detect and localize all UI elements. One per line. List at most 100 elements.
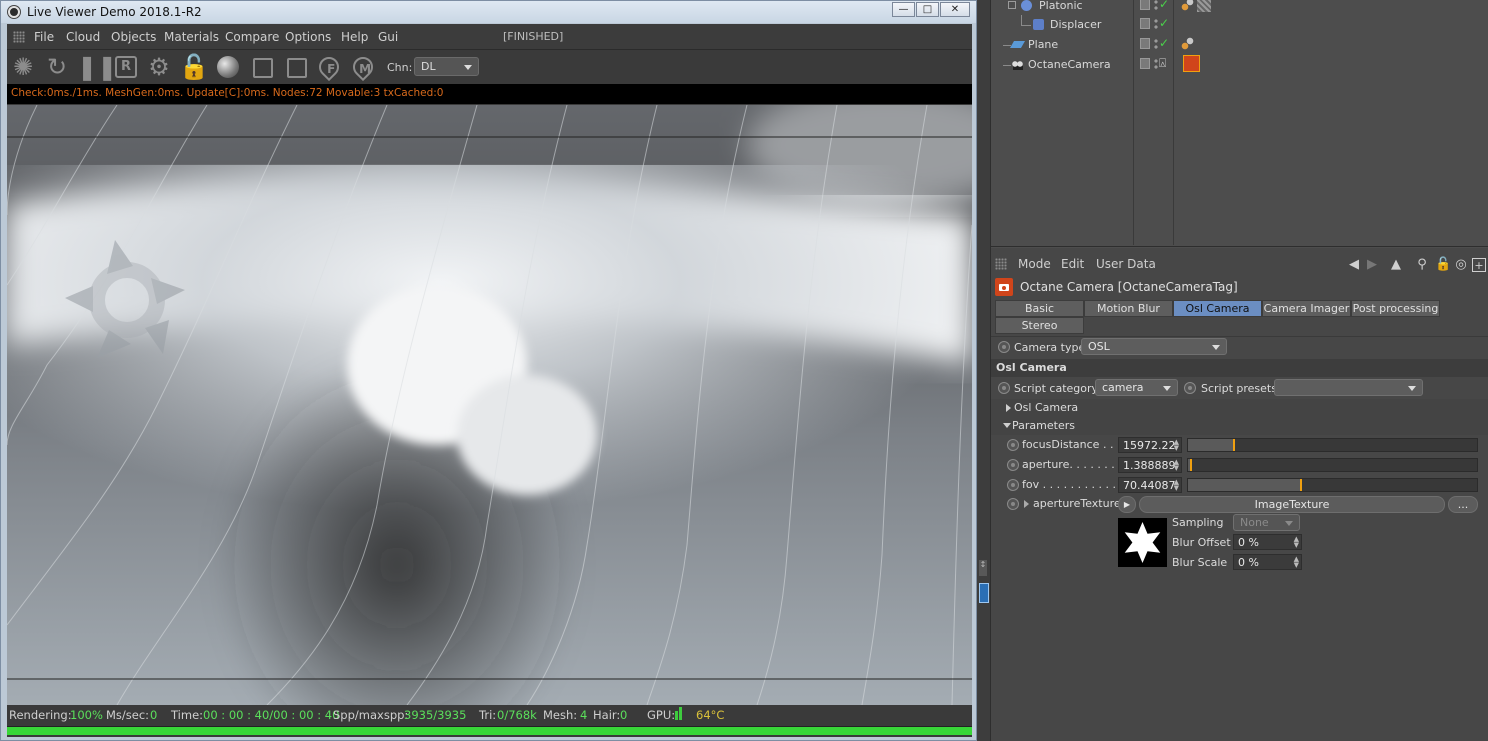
focus-pin-icon[interactable]: F [314,52,344,82]
minimize-button[interactable]: — [892,2,915,17]
spinner-icon[interactable]: ▲ ▼ [1294,536,1299,549]
enabled-check-icon[interactable]: ✓ [1159,16,1169,30]
mssec-label: Ms/sec: [106,708,150,722]
osl-camera-group[interactable]: Osl Camera [991,399,1488,417]
more-options-button[interactable]: ... [1448,496,1478,513]
tab-basic[interactable]: Basic [995,300,1084,317]
spinner-icon[interactable]: ▲ ▼ [1174,439,1179,452]
param-value-field[interactable]: 70.44087 ▲ ▼ [1118,477,1182,493]
expand-icon[interactable] [1006,404,1011,412]
spinner-icon[interactable]: ▲ ▼ [1174,479,1179,492]
enabled-toggle-icon[interactable]: ⍓ [1159,56,1166,71]
material-sphere-icon[interactable] [217,56,239,78]
send-scene-icon[interactable]: ✺ [9,53,37,81]
tab-osl-camera[interactable]: Osl Camera [1173,300,1262,317]
param-slider[interactable] [1187,458,1478,472]
forward-arrow-icon[interactable]: ▶ [1365,258,1379,272]
parameters-group[interactable]: Parameters [991,417,1488,435]
menu-gui[interactable]: Gui [378,30,398,44]
collapse-icon[interactable] [1003,423,1011,428]
camera-type-select[interactable]: OSL [1081,338,1227,355]
edge-tab-active[interactable] [979,583,989,603]
maximize-button[interactable]: □ [916,2,939,17]
script-category-select[interactable]: camera [1095,379,1178,396]
grip-icon[interactable] [13,31,25,43]
blur-offset-field[interactable]: 0 % ▲ ▼ [1233,534,1302,550]
object-row-displacer[interactable]: Displacer ✓ [991,15,1488,35]
up-arrow-icon[interactable]: ▲ [1389,258,1403,272]
layer-flag[interactable] [1140,38,1150,49]
param-anim-icon[interactable] [1007,439,1019,451]
expand-icon[interactable] [1024,500,1029,508]
param-slider[interactable] [1187,438,1478,452]
material-pick-icon[interactable] [287,58,307,78]
slider-knob[interactable] [1233,439,1235,451]
search-icon[interactable]: ⚲ [1415,258,1429,272]
layer-flag[interactable] [1140,0,1150,10]
spinner-icon[interactable]: ▲ ▼ [1294,556,1299,569]
menu-file[interactable]: File [34,30,54,44]
restart-icon[interactable]: ↻ [43,53,71,81]
slider-knob[interactable] [1300,479,1302,491]
object-row-octanecamera[interactable]: OctaneCamera ⍓ [991,55,1488,75]
tab-post-processing[interactable]: Post processing [1351,300,1440,317]
lock-icon[interactable]: 🔓 [179,53,209,81]
menu-materials[interactable]: Materials [164,30,219,44]
blur-scale-field[interactable]: 0 % ▲ ▼ [1233,554,1302,570]
script-category-anim-icon[interactable] [998,382,1010,394]
slider-knob[interactable] [1190,459,1192,471]
back-arrow-icon[interactable]: ◀ [1347,258,1361,272]
param-value-field[interactable]: 15972.22 ▲ ▼ [1118,437,1182,453]
aperture-texture-anim-icon[interactable] [1007,498,1019,510]
param-anim-icon[interactable] [1007,479,1019,491]
pause-icon[interactable]: ❚❚ [77,53,117,81]
menu-mode[interactable]: Mode [1018,257,1051,271]
target-icon[interactable]: ◎ [1454,258,1468,272]
sampling-select[interactable]: None [1233,514,1300,531]
enabled-check-icon[interactable]: ✓ [1159,36,1169,50]
object-row-platonic[interactable]: Platonic ✓ [991,0,1488,16]
title-bar[interactable]: Live Viewer Demo 2018.1-R2 — □ ✕ [1,1,976,23]
image-texture-button[interactable]: ImageTexture [1139,496,1445,513]
param-anim-icon[interactable] [1007,459,1019,471]
camera-type-anim-icon[interactable] [998,341,1010,353]
param-slider[interactable] [1187,478,1478,492]
collapse-icon[interactable] [1008,1,1016,9]
material-tag-icon[interactable] [1181,37,1195,51]
lock-icon[interactable]: 🔓 [1435,258,1451,272]
menu-edit[interactable]: Edit [1061,257,1084,271]
channel-select[interactable]: DL [414,57,479,76]
layer-flag[interactable] [1140,18,1150,29]
menu-options[interactable]: Options [285,30,331,44]
new-panel-icon[interactable]: + [1472,258,1486,272]
edge-tab[interactable]: ↕ [979,560,987,576]
close-button[interactable]: ✕ [940,2,970,17]
param-value-field[interactable]: 1.388889 ▲ ▼ [1118,457,1182,473]
blur-offset-value: 0 % [1238,536,1259,549]
menu-cloud[interactable]: Cloud [66,30,100,44]
menu-help[interactable]: Help [341,30,368,44]
focus-pick-icon[interactable] [253,58,273,78]
tab-stereo[interactable]: Stereo [995,317,1084,334]
menu-compare[interactable]: Compare [225,30,279,44]
layer-flag[interactable] [1140,58,1150,69]
tab-motion-blur[interactable]: Motion Blur [1084,300,1173,317]
material-tag-icon[interactable] [1181,0,1195,12]
enabled-check-icon[interactable]: ✓ [1159,0,1169,11]
texture-arrow-button[interactable]: ▶ [1118,496,1136,513]
aperture-texture-thumbnail[interactable] [1118,518,1167,567]
menu-user-data[interactable]: User Data [1096,257,1156,271]
menu-objects[interactable]: Objects [111,30,156,44]
script-presets-select[interactable] [1274,379,1423,396]
settings-gear-icon[interactable]: ⚙ [145,53,173,81]
grip-icon[interactable] [995,258,1007,270]
tab-camera-imager[interactable]: Camera Imager [1262,300,1351,317]
spinner-icon[interactable]: ▲ ▼ [1174,459,1179,472]
camera-tag-icon[interactable] [1183,55,1200,72]
script-presets-anim-icon[interactable] [1184,382,1196,394]
material-pin-icon[interactable]: M [348,52,378,82]
region-render-icon[interactable]: R [115,56,137,78]
texture-tag-icon[interactable] [1197,0,1211,12]
render-viewport[interactable] [7,105,972,705]
object-row-plane[interactable]: Plane ✓ [991,35,1488,55]
